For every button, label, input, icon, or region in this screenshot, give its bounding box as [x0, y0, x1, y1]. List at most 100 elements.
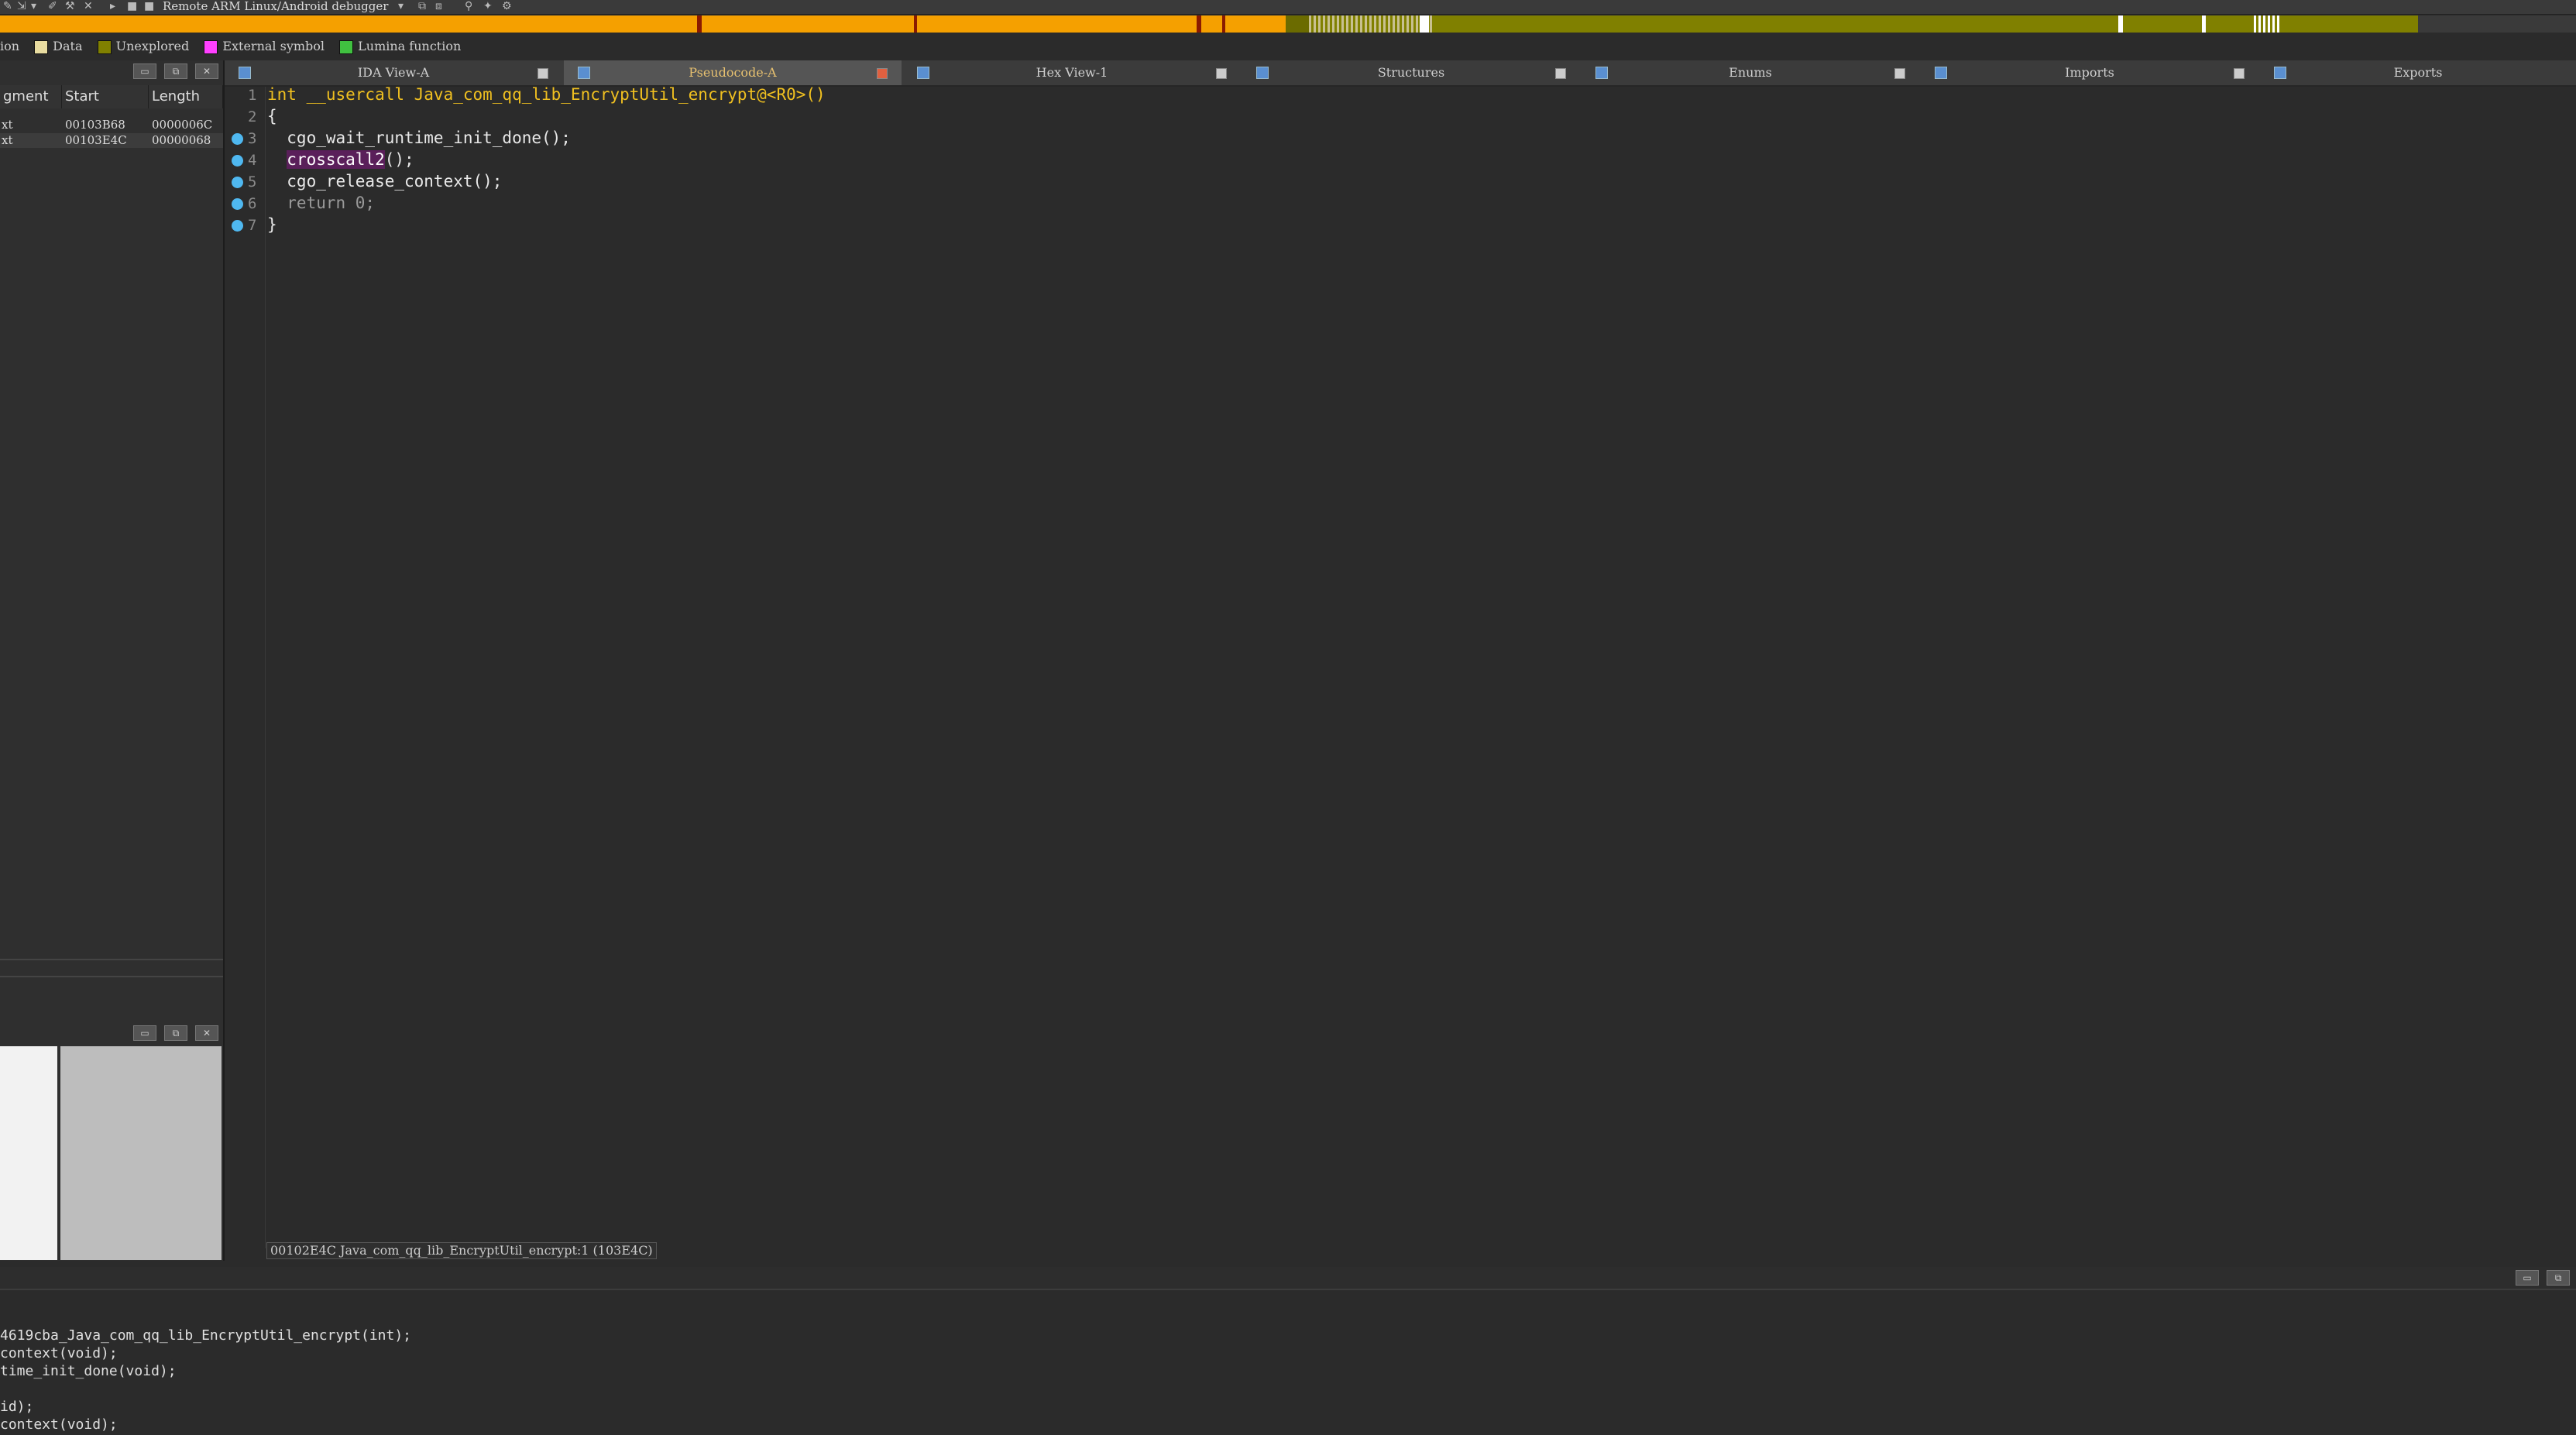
code-suffix: (); [384, 150, 414, 169]
code-line[interactable]: } [267, 215, 277, 234]
debugger-select[interactable]: Remote ARM Linux/Android debugger [163, 0, 388, 12]
tab-close-icon[interactable] [1894, 68, 1905, 79]
pause-icon[interactable]: ■ [127, 1, 137, 12]
tab-label: Imports [2065, 65, 2114, 80]
column-header-segment[interactable]: gment [0, 85, 62, 108]
line-number: 5 [248, 173, 257, 191]
toolbar: ✎ ⇲ ▾ ✐ ⚒ ✕ ▸ ■ ■ Remote ARM Linux/Andro… [0, 0, 2576, 15]
legend-label: Lumina function [358, 39, 462, 53]
toolbar-icon-10[interactable]: ⚙ [502, 1, 512, 12]
tab-imports[interactable]: Imports [1921, 60, 2258, 85]
overview-canvas[interactable] [60, 1046, 222, 1260]
play-icon[interactable]: ▸ [110, 1, 115, 12]
line-number: 6 [248, 195, 257, 212]
toolbar-icon-8[interactable]: ⚲ [465, 1, 472, 12]
legend-label: Data [53, 39, 83, 53]
segment-length: 00000068 [152, 133, 211, 147]
panel-close-icon[interactable]: ✕ [195, 1025, 218, 1041]
code-line-signature[interactable]: int __usercall Java_com_qq_lib_EncryptUt… [267, 85, 826, 104]
code-line[interactable]: { [267, 107, 277, 125]
line-number: 2 [248, 108, 257, 125]
tab-label: Pseudocode-A [689, 65, 777, 80]
toolbar-icon-3[interactable]: ▾ [31, 1, 36, 12]
close-icon[interactable]: ✕ [84, 1, 93, 12]
nav-marker-light [2202, 15, 2206, 33]
code-line[interactable]: cgo_wait_runtime_init_done(); [267, 129, 571, 147]
code-line[interactable]: return 0; [267, 194, 375, 212]
external-symbol-swatch-icon [204, 39, 218, 54]
breakpoint-dot-icon[interactable] [232, 177, 243, 188]
toolbar-icon-4[interactable]: ✐ [48, 1, 57, 12]
nav-current-position [1420, 15, 1429, 33]
data-swatch-icon [34, 39, 49, 54]
toolbar-icon-5[interactable]: ⚒ [65, 1, 75, 12]
legend: ion Data Unexplored External symbol Lumi… [0, 36, 697, 57]
toolbar-icon-1[interactable]: ✎ [3, 1, 12, 12]
nav-unexplored-region [1286, 15, 1309, 33]
output-line: 4619cba_Java_com_qq_lib_EncryptUtil_encr… [0, 1327, 412, 1344]
tab-ida-view-a[interactable]: IDA View-A [225, 60, 562, 85]
line-number: 1 [248, 87, 257, 104]
column-header-start[interactable]: Start [62, 85, 149, 108]
panel-divider [0, 959, 223, 960]
nav-marker-light [2118, 15, 2123, 33]
tab-close-icon[interactable] [2234, 68, 2245, 79]
column-header-length[interactable]: Length [149, 85, 223, 108]
code-line[interactable]: cgo_release_context(); [267, 172, 502, 191]
tab-exports[interactable]: Exports [2260, 60, 2576, 85]
tab-hex-view-1[interactable]: Hex View-1 [903, 60, 1241, 85]
panel-restore-icon[interactable]: ⧉ [164, 64, 187, 79]
tab-close-icon[interactable] [538, 68, 548, 79]
output-header: ▭ ⧉ [0, 1267, 2576, 1290]
panel-float-icon[interactable]: ▭ [133, 64, 156, 79]
toolbar-icon-7[interactable]: ⧈ [435, 1, 442, 12]
output-line: context(void); [0, 1416, 118, 1433]
breakpoint-dot-icon[interactable] [232, 198, 243, 210]
breakpoint-dot-icon[interactable] [232, 133, 243, 145]
output-line: time_init_done(void); [0, 1363, 177, 1379]
table-row-selected[interactable]: xt 00103E4C 00000068 [0, 133, 223, 148]
tab-bar: IDA View-A Pseudocode-A Hex View-1 Struc… [225, 60, 2576, 87]
nav-marker [1222, 15, 1225, 33]
chevron-down-icon[interactable]: ▾ [398, 1, 404, 12]
tab-close-icon[interactable] [1216, 68, 1227, 79]
tab-label: Exports [2393, 65, 2443, 80]
toolbar-icon-2[interactable]: ⇲ [17, 1, 26, 12]
segment-start: 00103B68 [65, 118, 125, 132]
stop-icon[interactable]: ■ [144, 1, 154, 12]
nav-marker [914, 15, 917, 33]
panel-close-icon[interactable]: ✕ [195, 64, 218, 79]
overview-canvas-left[interactable] [0, 1046, 57, 1260]
tab-close-icon[interactable] [877, 68, 888, 79]
tab-enums[interactable]: Enums [1582, 60, 1919, 85]
nav-marker [697, 15, 702, 33]
code-gutter[interactable] [225, 87, 266, 1248]
panel-restore-icon[interactable]: ⧉ [2547, 1270, 2570, 1286]
tab-structures[interactable]: Structures [1242, 60, 1580, 85]
panel-restore-icon[interactable]: ⧉ [164, 1025, 187, 1041]
pseudocode-status: 00102E4C Java_com_qq_lib_EncryptUtil_enc… [266, 1242, 657, 1259]
tab-close-icon[interactable] [1555, 68, 1566, 79]
panel-float-icon[interactable]: ▭ [2516, 1270, 2539, 1286]
tab-pseudocode-a[interactable]: Pseudocode-A [564, 60, 902, 85]
output-line: id); [0, 1399, 34, 1415]
line-number: 7 [248, 217, 257, 234]
toolbar-icon-6[interactable]: ⧉ [418, 1, 426, 12]
line-number: 3 [248, 130, 257, 147]
toolbar-icon-9[interactable]: ✦ [483, 1, 493, 12]
nav-marker [1197, 15, 1201, 33]
nav-data-region [1309, 15, 1433, 33]
breakpoint-dot-icon[interactable] [232, 155, 243, 167]
unexplored-swatch-icon [97, 39, 112, 54]
tab-label: Structures [1377, 65, 1445, 80]
segment-name: xt [2, 118, 13, 132]
breakpoint-dot-icon[interactable] [232, 220, 243, 232]
table-row[interactable]: xt 00103B68 0000006C [0, 118, 223, 132]
legend-label: Unexplored [115, 39, 190, 53]
highlighted-identifier[interactable]: crosscall2 [287, 150, 385, 169]
panel-float-icon[interactable]: ▭ [133, 1025, 156, 1041]
output-window[interactable]: 4619cba_Java_com_qq_lib_EncryptUtil_encr… [0, 1292, 2576, 1435]
navigation-band[interactable] [0, 15, 2576, 33]
code-line-current[interactable]: crosscall2(); [267, 150, 414, 169]
tab-label: Hex View-1 [1036, 65, 1108, 80]
